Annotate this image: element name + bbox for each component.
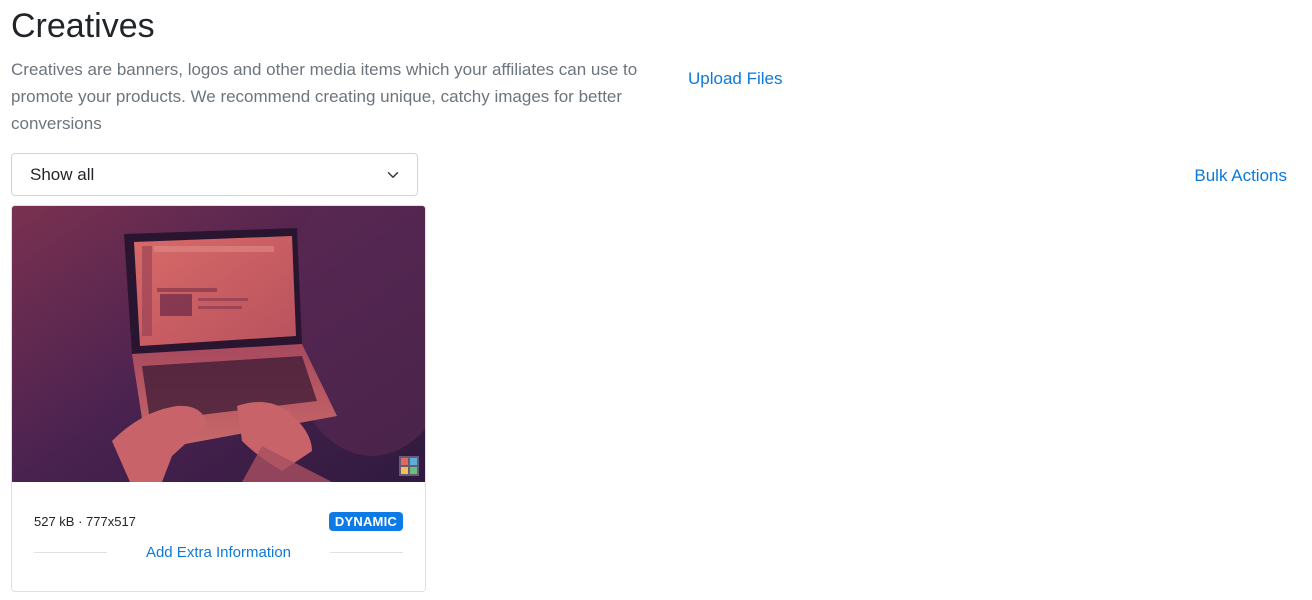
divider-right [330, 551, 403, 553]
bulk-actions-link[interactable]: Bulk Actions [1194, 163, 1287, 189]
page-title: Creatives [11, 7, 155, 45]
creative-card: 527 kB · 777x517 DYNAMIC Add Extra Infor… [11, 205, 426, 592]
laptop-photo-image [12, 206, 425, 482]
extra-info-row: Add Extra Information [34, 540, 403, 564]
upload-files-link[interactable]: Upload Files [688, 66, 783, 92]
filter-select-value: Show all [30, 164, 95, 184]
chevron-down-icon [387, 171, 399, 178]
divider-left [34, 551, 107, 553]
creative-filter-select[interactable]: Show all [11, 153, 418, 196]
page-description: Creatives are banners, logos and other m… [11, 60, 638, 133]
puzzle-icon[interactable] [399, 456, 419, 476]
creative-thumbnail[interactable] [12, 206, 425, 482]
add-extra-information-link[interactable]: Add Extra Information [107, 544, 330, 561]
file-size-dimensions: 527 kB · 777x517 [34, 513, 136, 529]
creative-meta-row: 527 kB · 777x517 DYNAMIC [34, 510, 403, 532]
dynamic-badge: DYNAMIC [328, 511, 403, 531]
